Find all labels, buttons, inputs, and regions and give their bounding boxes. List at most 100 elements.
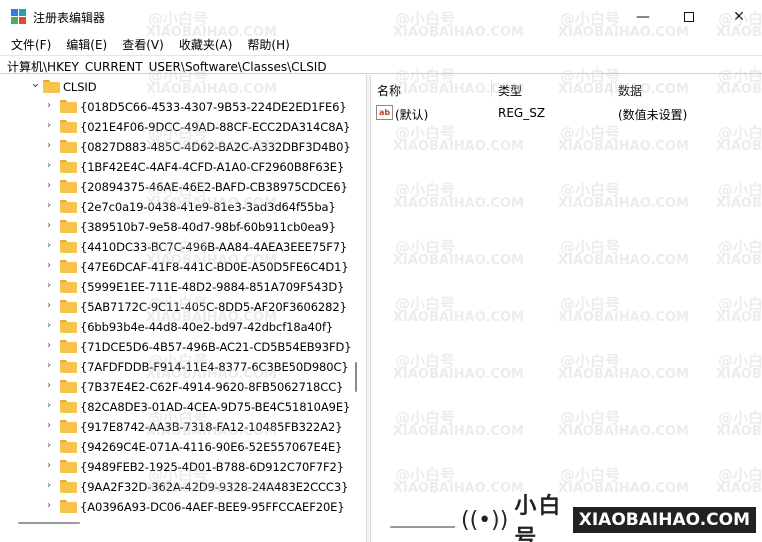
tree-item[interactable]: › {94269C4E-071A-4116-90E6-52E557067E4E} (0, 437, 350, 457)
address-bar[interactable]: 计算机\HKEY_CURRENT_USER\Software\Classes\C… (0, 55, 762, 74)
menu-help[interactable]: 帮助(H) (243, 34, 293, 54)
chevron-right-icon[interactable]: › (47, 421, 55, 431)
close-button[interactable]: ✕ (716, 0, 762, 34)
tree-item-label: {82CA8DE3-01AD-4CEA-9D75-BE4C51810A9E} (80, 400, 351, 414)
title-bar: 注册表编辑器 — ✕ (0, 0, 762, 34)
chevron-right-icon[interactable]: › (47, 241, 55, 251)
registry-editor-icon (11, 9, 27, 25)
chevron-right-icon[interactable]: › (47, 341, 55, 351)
chevron-right-icon[interactable]: › (47, 281, 55, 291)
tree-item-label: {7AFDFDDB-F914-11E4-8377-6C3BE50D980C} (80, 360, 349, 374)
tree-item[interactable]: › {021E4F06-9DCC-49AD-88CF-ECC2DA314C8A} (0, 117, 351, 137)
tree-item[interactable]: › {A0396A93-DC06-4AEF-BEE9-95FFCCAEF20E} (0, 497, 350, 517)
tree-item[interactable]: › {7B37E4E2-C62F-4914-9620-8FB5062718CC} (0, 377, 350, 397)
folder-icon (60, 360, 77, 373)
tree-item[interactable]: › {20894375-46AE-46E2-BAFD-CB38975CDCE6} (0, 177, 350, 197)
tree-item[interactable]: › {7AFDFDDB-F914-11E4-8377-6C3BE50D980C} (0, 357, 350, 377)
tree-item-label: {0827D883-485C-4D62-BA2C-A332DBF3D4B0} (80, 140, 351, 154)
tree-item[interactable]: › {9AA2F32D-362A-42D9-9328-24A483E2CCC3} (0, 477, 350, 497)
tree-item[interactable]: › {1BF42E4C-4AF4-4CFD-A1A0-CF2960B8F63E} (0, 157, 350, 177)
chevron-down-icon[interactable]: ⌄ (30, 77, 41, 90)
folder-icon (60, 380, 77, 393)
chevron-right-icon[interactable]: › (47, 181, 55, 191)
tree-item[interactable]: › {5999E1EE-711E-48D2-9884-851A709F543D} (0, 277, 350, 297)
folder-icon (60, 460, 77, 473)
tree-item[interactable]: › {2e7c0a19-0438-41e9-81e3-3ad3d64f55ba} (0, 197, 350, 217)
chevron-right-icon[interactable]: › (47, 161, 55, 171)
chevron-right-icon[interactable]: › (47, 121, 55, 131)
tree-item-label: {1BF42E4C-4AF4-4CFD-A1A0-CF2960B8F63E} (80, 160, 345, 174)
column-header-type[interactable]: 类型 (498, 82, 522, 99)
menu-file[interactable]: 文件(F) (7, 34, 55, 54)
watermark-banner: ((•)) 小白号 XIAOBAIHAO.COM (455, 494, 762, 542)
maximize-button[interactable] (666, 0, 712, 34)
tree-item[interactable]: › {47E6DCAF-41F8-441C-BD0E-A50D5FE6C4D1} (0, 257, 350, 277)
chevron-right-icon[interactable]: › (47, 461, 55, 471)
column-divider[interactable] (491, 79, 492, 97)
tree-scrollbar-thumb[interactable] (355, 362, 357, 392)
menu-view[interactable]: 查看(V) (118, 34, 168, 54)
tree-item[interactable]: › {018D5C66-4533-4307-9B53-224DE2ED1FE6} (0, 97, 350, 117)
tree-item[interactable]: › {5AB7172C-9C11-405C-8DD5-AF20F3606282} (0, 297, 350, 317)
tree-item-label: {20894375-46AE-46E2-BAFD-CB38975CDCE6} (80, 180, 348, 194)
chevron-right-icon[interactable]: › (47, 361, 55, 371)
folder-icon (60, 100, 77, 113)
folder-icon (60, 180, 77, 193)
menu-bar: 文件(F) 编辑(E) 查看(V) 收藏夹(A) 帮助(H) (0, 34, 762, 54)
tree-item-label: {5999E1EE-711E-48D2-9884-851A709F543D} (80, 280, 345, 294)
tree-pane[interactable]: ⌄ CLSID › {018D5C66-4533-4307-9B53-224DE2… (0, 75, 366, 542)
tree-item[interactable]: › {6bb93b4e-44d8-40e2-bd97-42dbcf18a40f} (0, 317, 350, 337)
string-value-icon: ab (376, 105, 393, 120)
window-title: 注册表编辑器 (33, 11, 106, 25)
maximize-icon (684, 12, 694, 22)
chevron-right-icon[interactable]: › (47, 101, 55, 111)
tree-item-label: {2e7c0a19-0438-41e9-81e3-3ad3d64f55ba} (80, 200, 336, 214)
folder-icon (60, 200, 77, 213)
folder-icon (60, 300, 77, 313)
menu-favorites[interactable]: 收藏夹(A) (175, 34, 237, 54)
tree-item[interactable]: › {389510b7-9e58-40d7-98bf-60b911cb0ea9} (0, 217, 350, 237)
values-horizontal-scrollbar[interactable] (390, 526, 460, 528)
chevron-right-icon[interactable]: › (47, 481, 55, 491)
chevron-right-icon[interactable]: › (47, 321, 55, 331)
tree-item-label: {9489FEB2-1925-4D01-B788-6D912C70F7F2} (80, 460, 344, 474)
chevron-right-icon[interactable]: › (47, 221, 55, 231)
minimize-button[interactable]: — (620, 0, 666, 34)
tree-item[interactable]: › {4410DC33-BC7C-496B-AA84-4AEA3EEE75F7} (0, 237, 350, 257)
folder-icon (60, 140, 77, 153)
chevron-right-icon[interactable]: › (47, 141, 55, 151)
values-pane[interactable]: 名称 类型 数据 ab (默认) REG_SZ (数值未设置) (371, 75, 762, 542)
menu-edit[interactable]: 编辑(E) (62, 34, 111, 54)
chevron-right-icon[interactable]: › (47, 201, 55, 211)
column-header-data[interactable]: 数据 (618, 82, 642, 99)
chevron-right-icon[interactable]: › (47, 381, 55, 391)
tree-horizontal-scrollbar[interactable] (18, 522, 80, 524)
tree-item[interactable]: › {9489FEB2-1925-4D01-B788-6D912C70F7F2} (0, 457, 350, 477)
folder-icon (60, 440, 77, 453)
close-icon: ✕ (733, 9, 745, 25)
folder-icon (43, 80, 60, 93)
chevron-right-icon[interactable]: › (47, 501, 55, 511)
chevron-right-icon[interactable]: › (47, 401, 55, 411)
tree-item-label: {71DCE5D6-4B57-496B-AC21-CD5B54EB93FD} (80, 340, 352, 354)
tree-item[interactable]: › {0827D883-485C-4D62-BA2C-A332DBF3D4B0} (0, 137, 351, 157)
folder-icon (60, 320, 77, 333)
tree-item-label: {389510b7-9e58-40d7-98bf-60b911cb0ea9} (80, 220, 336, 234)
chevron-right-icon[interactable]: › (47, 261, 55, 271)
broadcast-icon: ((•)) (461, 507, 509, 533)
chevron-right-icon[interactable]: › (47, 441, 55, 451)
column-divider[interactable] (611, 79, 612, 97)
value-name: (默认) (395, 108, 429, 122)
folder-icon (60, 240, 77, 253)
tree-item-label: {021E4F06-9DCC-49AD-88CF-ECC2DA314C8A} (80, 120, 351, 134)
value-row-default[interactable]: ab (默认) REG_SZ (数值未设置) (371, 105, 762, 123)
tree-item[interactable]: › {82CA8DE3-01AD-4CEA-9D75-BE4C51810A9E} (0, 397, 350, 417)
tree-item[interactable]: › {917E8742-AA3B-7318-FA12-10485FB322A2} (0, 417, 350, 437)
column-header-name[interactable]: 名称 (377, 82, 401, 99)
value-data: (数值未设置) (618, 108, 688, 122)
tree-item[interactable]: › {71DCE5D6-4B57-496B-AC21-CD5B54EB93FD} (0, 337, 352, 357)
folder-icon (60, 280, 77, 293)
tree-item-clsid[interactable]: ⌄ CLSID (0, 77, 350, 97)
folder-icon (60, 340, 77, 353)
chevron-right-icon[interactable]: › (47, 301, 55, 311)
